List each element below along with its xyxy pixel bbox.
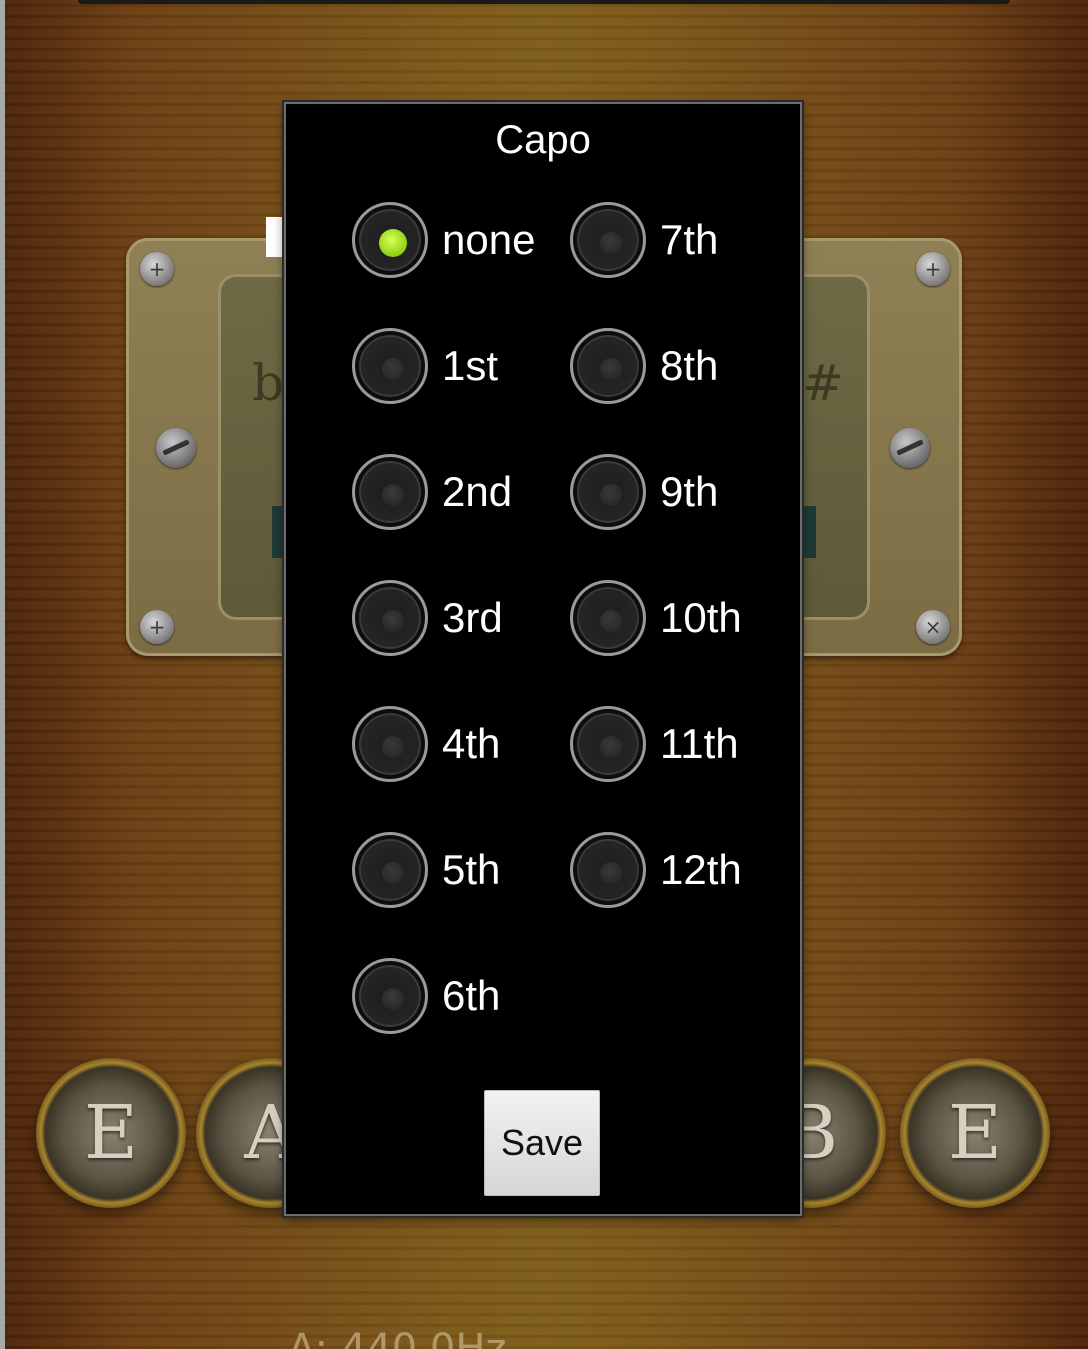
radio-button[interactable]: [570, 454, 646, 530]
radio-button[interactable]: [570, 706, 646, 782]
capo-option-7th[interactable]: 7th: [570, 198, 718, 282]
radio-button[interactable]: [570, 580, 646, 656]
option-label: 8th: [660, 342, 719, 389]
screw-icon: ×: [916, 610, 950, 644]
radio-button[interactable]: [352, 328, 428, 404]
radio-button[interactable]: [352, 580, 428, 656]
dialog-title: Capo: [495, 118, 591, 162]
radio-indicator: [379, 229, 407, 257]
plate-tab: [800, 506, 816, 558]
radio-indicator: [382, 988, 404, 1010]
capo-option-5th[interactable]: 5th: [352, 828, 500, 912]
radio-button[interactable]: [570, 328, 646, 404]
screw-icon: [890, 428, 930, 468]
radio-indicator: [600, 862, 622, 884]
radio-indicator: [382, 484, 404, 506]
option-label: 6th: [442, 972, 501, 1019]
option-label: 2nd: [442, 468, 513, 515]
option-label: 5th: [442, 846, 501, 893]
flat-symbol: b: [252, 354, 285, 412]
option-label: 1st: [442, 342, 499, 389]
string-button-e-high[interactable]: E: [900, 1058, 1050, 1208]
radio-button[interactable]: [352, 958, 428, 1034]
radio-indicator: [382, 358, 404, 380]
radio-indicator: [600, 484, 622, 506]
capo-option-12th[interactable]: 12th: [570, 828, 742, 912]
radio-indicator: [600, 736, 622, 758]
option-label: 9th: [660, 468, 719, 515]
capo-option-10th[interactable]: 10th: [570, 576, 742, 660]
option-label: 11th: [660, 720, 739, 767]
capo-option-8th[interactable]: 8th: [570, 324, 718, 408]
capo-option-11th[interactable]: 11th: [570, 702, 739, 786]
radio-indicator: [382, 610, 404, 632]
capo-option-6th[interactable]: 6th: [352, 954, 500, 1038]
radio-button[interactable]: [570, 832, 646, 908]
capo-option-1st[interactable]: 1st: [352, 324, 498, 408]
string-button-e-low[interactable]: E: [36, 1058, 186, 1208]
option-label: 3rd: [442, 594, 503, 641]
radio-indicator: [600, 610, 622, 632]
sharp-symbol: #: [802, 354, 844, 412]
radio-indicator: [600, 358, 622, 380]
radio-button[interactable]: [352, 832, 428, 908]
capo-option-3rd[interactable]: 3rd: [352, 576, 503, 660]
radio-indicator: [382, 862, 404, 884]
option-label: 4th: [442, 720, 501, 767]
screw-icon: [156, 428, 196, 468]
screw-icon: +: [140, 252, 174, 286]
radio-button[interactable]: [352, 706, 428, 782]
capo-option-9th[interactable]: 9th: [570, 450, 718, 534]
radio-button[interactable]: [570, 202, 646, 278]
screw-icon: +: [916, 252, 950, 286]
top-bar: [78, 0, 1010, 4]
capo-option-none[interactable]: none: [352, 198, 535, 282]
capo-option-4th[interactable]: 4th: [352, 702, 500, 786]
save-button[interactable]: Save: [484, 1090, 600, 1196]
capo-dialog: Capo none 1st 2nd 3rd 4th 5th 6th 7th 8t…: [286, 104, 800, 1214]
radio-button[interactable]: [352, 202, 428, 278]
tuner-app: + + + × b # E A B E A: 440.0Hz Capo none…: [0, 0, 1088, 1349]
radio-indicator: [600, 232, 622, 254]
screen-edge: [0, 0, 5, 1349]
option-label: 10th: [660, 594, 742, 641]
option-label: 12th: [660, 846, 742, 893]
radio-button[interactable]: [352, 454, 428, 530]
radio-indicator: [382, 736, 404, 758]
screw-icon: +: [140, 610, 174, 644]
option-label: 7th: [660, 216, 719, 263]
capo-option-2nd[interactable]: 2nd: [352, 450, 512, 534]
option-label: none: [442, 216, 536, 263]
frequency-readout: A: 440.0Hz: [288, 1326, 507, 1349]
